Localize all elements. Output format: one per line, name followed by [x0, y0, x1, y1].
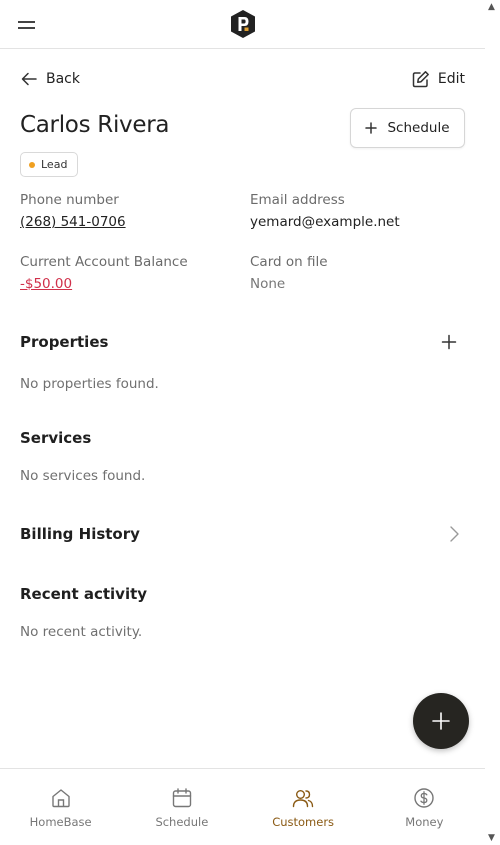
phone-label: Phone number	[20, 192, 119, 208]
recent-activity-title: Recent activity	[20, 585, 148, 603]
billing-history-title[interactable]: Billing History	[20, 525, 140, 543]
properties-title: Properties	[20, 333, 109, 351]
status-badge: Lead	[20, 152, 79, 177]
arrow-left-icon	[21, 72, 37, 86]
bottom-nav: HomeBase Schedule Customers Money	[0, 768, 485, 845]
balance-link[interactable]: -$50.00	[20, 276, 72, 292]
tab-schedule-label: Schedule	[155, 815, 209, 829]
plus-icon	[432, 712, 450, 730]
properties-empty-text: No properties found.	[20, 376, 159, 392]
services-title: Services	[20, 429, 92, 447]
users-icon	[292, 790, 314, 808]
status-dot	[29, 161, 35, 168]
add-fab-button[interactable]	[413, 693, 469, 749]
tab-schedule[interactable]: Schedule	[121, 769, 242, 845]
top-bar	[0, 0, 485, 49]
tab-customers-label: Customers	[272, 815, 335, 829]
balance-label: Current Account Balance	[20, 254, 188, 270]
menu-icon[interactable]	[18, 17, 36, 31]
card-value: None	[250, 276, 286, 292]
customer-detail-page: Back Edit Carlos Rivera Schedule Lead Ph…	[0, 0, 485, 845]
scroll-up-icon[interactable]: ▲	[488, 2, 495, 12]
app-logo	[231, 10, 255, 38]
email-value: yemard@example.net	[250, 214, 400, 230]
header-nav-row: Back Edit	[20, 70, 465, 94]
tab-homebase[interactable]: HomeBase	[0, 769, 121, 845]
services-empty-text: No services found.	[20, 468, 146, 484]
customer-name: Carlos Rivera	[20, 112, 170, 138]
calendar-icon	[172, 788, 192, 808]
chevron-right-icon[interactable]	[447, 525, 461, 543]
back-link[interactable]: Back	[20, 70, 80, 88]
status-badge-label: Lead	[41, 158, 68, 171]
tab-homebase-label: HomeBase	[29, 815, 92, 829]
tab-money-label: Money	[405, 815, 444, 829]
scroll-down-icon[interactable]: ▼	[488, 833, 495, 843]
schedule-button-label: Schedule	[387, 120, 450, 136]
tab-customers[interactable]: Customers	[243, 769, 364, 845]
schedule-button[interactable]: Schedule	[350, 108, 465, 148]
edit-link[interactable]: Edit	[412, 70, 465, 88]
phone-link[interactable]: (268) 541-0706	[20, 214, 126, 230]
plus-icon	[365, 122, 378, 134]
edit-icon	[412, 71, 429, 88]
tab-money[interactable]: Money	[364, 769, 485, 845]
home-icon	[51, 789, 70, 808]
recent-activity-empty-text: No recent activity.	[20, 624, 143, 640]
dollar-icon	[414, 788, 435, 808]
page-scrollbar[interactable]: ▲ ▼	[485, 0, 500, 845]
add-property-icon[interactable]	[441, 334, 457, 350]
back-label: Back	[46, 71, 80, 87]
card-label: Card on file	[250, 254, 328, 270]
edit-label: Edit	[437, 71, 465, 87]
email-label: Email address	[250, 192, 345, 208]
